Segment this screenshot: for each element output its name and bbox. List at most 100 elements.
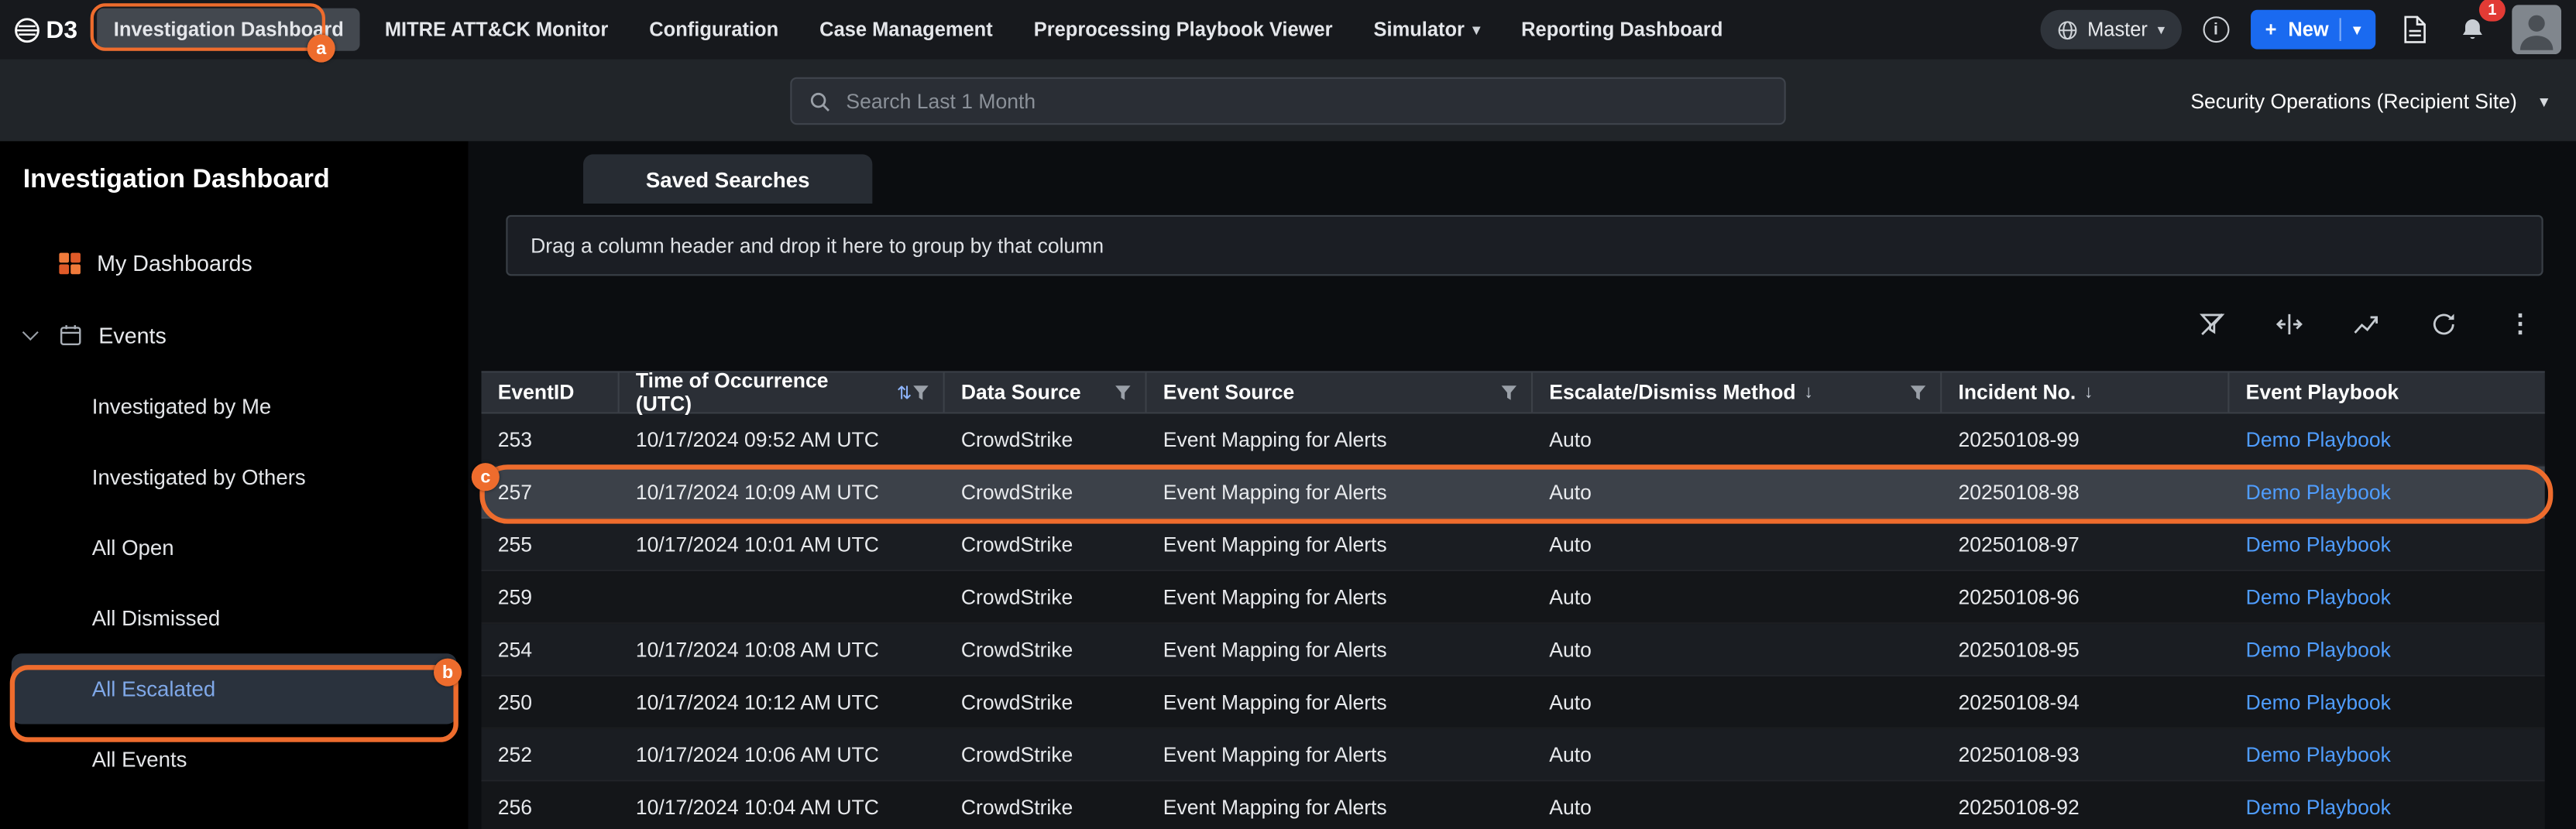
table-row-selected[interactable]: 257 10/17/2024 10:09 AM UTC CrowdStrike …: [482, 466, 2545, 519]
event-playbook-link[interactable]: Demo Playbook: [2229, 677, 2544, 728]
group-by-hint: Drag a column header and drop it here to…: [531, 234, 1104, 257]
cell-event-id: 257: [482, 466, 620, 517]
cell-event-id: 253: [482, 414, 620, 465]
sidebar-group-events[interactable]: Events: [0, 299, 469, 371]
filter-icon[interactable]: [1114, 383, 1132, 401]
event-playbook-link[interactable]: Demo Playbook: [2229, 782, 2544, 829]
table-row[interactable]: 255 10/17/2024 10:01 AM UTC CrowdStrike …: [482, 519, 2545, 571]
search-input[interactable]: [846, 90, 1767, 113]
nav-simulator[interactable]: Simulator▾: [1357, 9, 1496, 51]
table-header: EventID Time of Occurrence (UTC) ⇅ Data …: [482, 371, 2545, 413]
sidebar-item-label: All Dismissed: [92, 606, 220, 631]
cell-time: 10/17/2024 10:04 AM UTC: [620, 782, 945, 829]
nav-label: Preprocessing Playbook Viewer: [1034, 18, 1333, 41]
col-header-data-source[interactable]: Data Source: [945, 373, 1147, 413]
sort-down-icon[interactable]: ↓: [2084, 382, 2093, 402]
main-content: Saved Searches Drag a column header and …: [469, 141, 2576, 829]
cell-time: 10/17/2024 10:01 AM UTC: [620, 519, 945, 570]
event-playbook-link[interactable]: Demo Playbook: [2229, 571, 2544, 622]
site-selector-dropdown[interactable]: Security Operations (Recipient Site) ▼: [2183, 77, 2560, 125]
sidebar-item-all-open[interactable]: All Open: [0, 512, 469, 583]
sort-both-icon[interactable]: ⇅: [897, 382, 912, 403]
tab-saved-searches[interactable]: Saved Searches: [583, 154, 872, 204]
user-avatar[interactable]: [2512, 5, 2561, 54]
col-header-incident-no[interactable]: Incident No. ↓: [1942, 373, 2229, 413]
cell-incident-no: 20250108-94: [1942, 677, 2229, 728]
app-window: D3 Investigation Dashboard MITRE ATT&CK …: [0, 0, 2576, 829]
sidebar-item-investigated-by-me[interactable]: Investigated by Me: [0, 371, 469, 441]
col-header-event-source[interactable]: Event Source: [1147, 373, 1533, 413]
nav-configuration[interactable]: Configuration: [633, 9, 795, 51]
table-row[interactable]: 252 10/17/2024 10:06 AM UTC CrowdStrike …: [482, 729, 2545, 782]
event-playbook-link[interactable]: Demo Playbook: [2229, 729, 2544, 780]
event-playbook-link[interactable]: Demo Playbook: [2229, 414, 2544, 465]
search-bar-row: Security Operations (Recipient Site) ▼: [0, 59, 2576, 141]
document-icon[interactable]: [2397, 10, 2433, 50]
cell-data-source: CrowdStrike: [945, 729, 1147, 780]
search-icon: [809, 90, 832, 113]
sidebar-item-all-dismissed[interactable]: All Dismissed: [0, 583, 469, 653]
sidebar-group-label: Events: [98, 323, 167, 348]
table-row[interactable]: 254 10/17/2024 10:08 AM UTC CrowdStrike …: [482, 624, 2545, 677]
sidebar-item-investigated-by-others[interactable]: Investigated by Others: [0, 442, 469, 512]
group-by-dropzone[interactable]: Drag a column header and drop it here to…: [506, 215, 2543, 276]
filter-icon[interactable]: [912, 383, 929, 401]
col-header-time[interactable]: Time of Occurrence (UTC) ⇅: [620, 373, 945, 413]
table-row[interactable]: 259 CrowdStrike Event Mapping for Alerts…: [482, 571, 2545, 624]
sidebar-item-all-escalated[interactable]: All Escalated: [12, 653, 457, 724]
master-version-selector[interactable]: Master ▾: [2040, 10, 2182, 50]
logo-text: D3: [46, 15, 77, 43]
cell-time: 10/17/2024 10:09 AM UTC: [620, 466, 945, 517]
top-navbar: D3 Investigation Dashboard MITRE ATT&CK …: [0, 0, 2576, 59]
fit-columns-icon[interactable]: [2270, 306, 2306, 342]
cell-method: Auto: [1533, 466, 1942, 517]
col-header-escalate-dismiss-method[interactable]: Escalate/Dismiss Method ↓: [1533, 373, 1942, 413]
plus-icon: +: [2265, 18, 2277, 41]
clear-filter-icon[interactable]: [2193, 306, 2230, 342]
sort-down-icon[interactable]: ↓: [1804, 382, 1813, 402]
d3-logo[interactable]: D3: [0, 15, 98, 43]
nav-investigation-dashboard[interactable]: Investigation Dashboard: [98, 9, 360, 51]
table-row[interactable]: 253 10/17/2024 09:52 AM UTC CrowdStrike …: [482, 414, 2545, 467]
refresh-icon[interactable]: [2425, 306, 2461, 342]
cell-data-source: CrowdStrike: [945, 782, 1147, 829]
sidebar-item-my-dashboards[interactable]: My Dashboards: [0, 227, 469, 299]
filter-icon[interactable]: [1500, 383, 1518, 401]
event-playbook-link[interactable]: Demo Playbook: [2229, 624, 2544, 675]
chevron-down-icon: ▾: [2158, 21, 2166, 39]
button-divider: [2341, 18, 2342, 41]
info-icon[interactable]: i: [2203, 16, 2229, 43]
cell-method: Auto: [1533, 677, 1942, 728]
filter-icon[interactable]: [1909, 383, 1927, 401]
event-playbook-link[interactable]: Demo Playbook: [2229, 466, 2544, 517]
nav-reporting-dashboard[interactable]: Reporting Dashboard: [1505, 9, 1740, 51]
new-button[interactable]: + New ▾: [2251, 10, 2376, 50]
col-header-event-id[interactable]: EventID: [482, 373, 620, 413]
info-glyph: i: [2214, 21, 2218, 39]
sidebar-item-all-events[interactable]: All Events: [0, 724, 469, 794]
cell-time: 10/17/2024 09:52 AM UTC: [620, 414, 945, 465]
master-label: Master: [2087, 18, 2148, 41]
notifications-icon[interactable]: 1: [2454, 10, 2491, 50]
nav-label: Simulator: [1374, 18, 1465, 41]
dropdown-arrow-icon: ▼: [2537, 93, 2551, 109]
table-row[interactable]: 256 10/17/2024 10:04 AM UTC CrowdStrike …: [482, 782, 2545, 829]
events-table: EventID Time of Occurrence (UTC) ⇅ Data …: [482, 371, 2545, 829]
cell-event-id: 254: [482, 624, 620, 675]
main-nav: Investigation Dashboard MITRE ATT&CK Mon…: [98, 9, 1740, 51]
chart-view-icon[interactable]: [2348, 306, 2384, 342]
cell-incident-no: 20250108-95: [1942, 624, 2229, 675]
nav-preprocessing-playbook-viewer[interactable]: Preprocessing Playbook Viewer: [1018, 9, 1349, 51]
nav-case-management[interactable]: Case Management: [803, 9, 1009, 51]
col-header-event-playbook[interactable]: Event Playbook: [2229, 373, 2544, 413]
cell-data-source: CrowdStrike: [945, 571, 1147, 622]
event-playbook-link[interactable]: Demo Playbook: [2229, 519, 2544, 570]
table-row[interactable]: 250 10/17/2024 10:12 AM UTC CrowdStrike …: [482, 677, 2545, 729]
nav-mitre-attack-monitor[interactable]: MITRE ATT&CK Monitor: [369, 9, 625, 51]
cell-method: Auto: [1533, 571, 1942, 622]
cell-incident-no: 20250108-97: [1942, 519, 2229, 570]
global-search[interactable]: [790, 77, 1785, 125]
more-options-icon[interactable]: ⋮: [2502, 306, 2539, 342]
column-label: EventID: [498, 381, 575, 404]
cell-incident-no: 20250108-92: [1942, 782, 2229, 829]
